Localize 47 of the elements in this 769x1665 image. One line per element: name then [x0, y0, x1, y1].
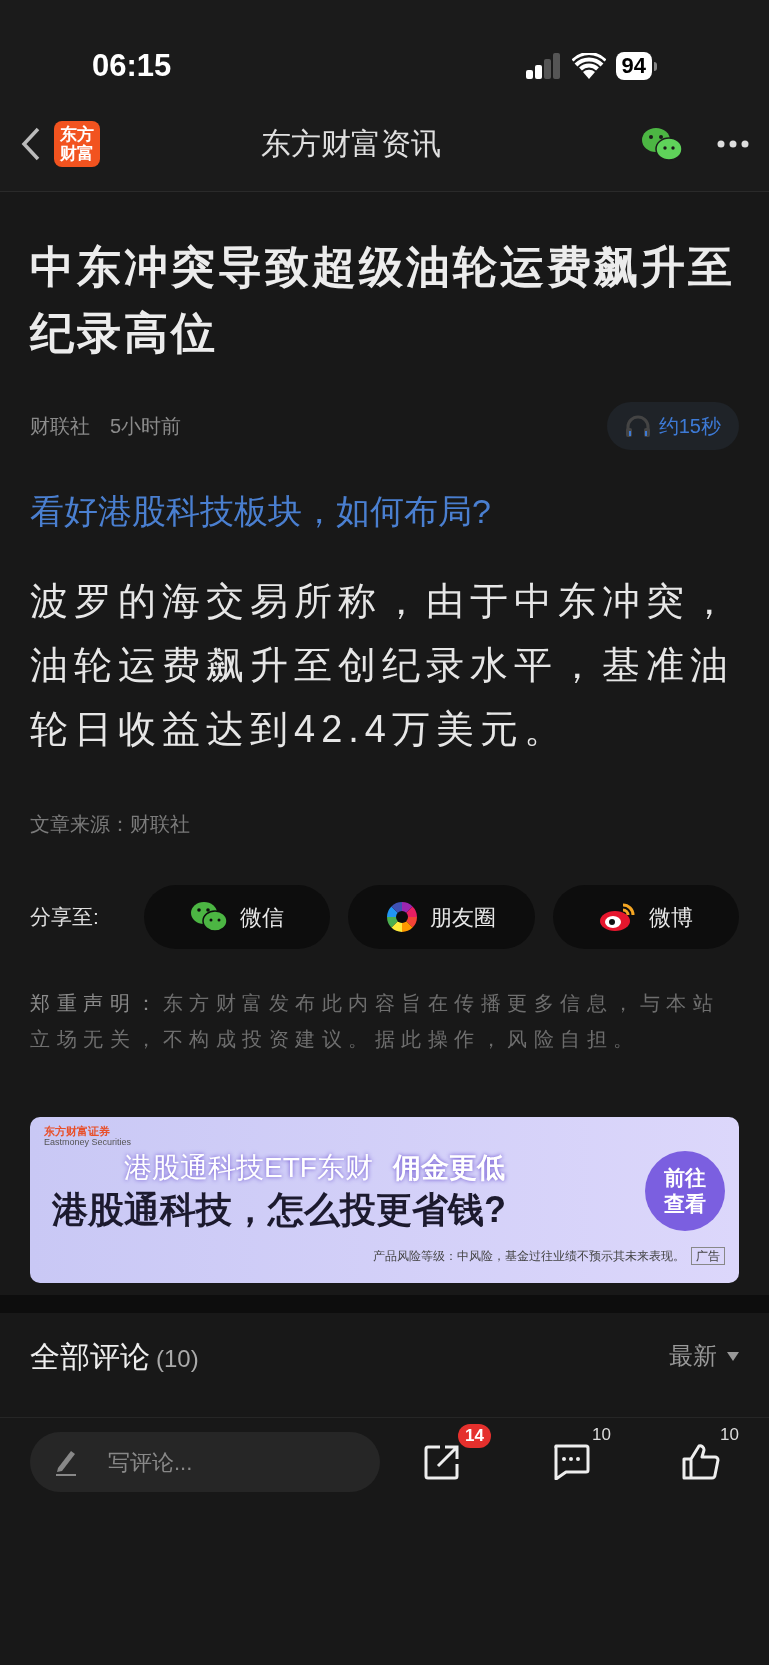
like-count: 10	[720, 1424, 739, 1446]
share-button[interactable]: 朋友圈	[348, 885, 535, 949]
eye-logo-icon	[598, 901, 637, 933]
chat-bubbles-icon	[190, 901, 229, 933]
ad-tag: 广告	[691, 1247, 725, 1265]
comment-field[interactable]: 写评论...	[30, 1432, 380, 1492]
share-label: 分享至:	[30, 904, 100, 931]
ad-slogan: 港股通科技，怎么投更省钱?	[52, 1188, 506, 1232]
aperture-icon	[386, 901, 419, 933]
article-title: 中东冲突导致超级油轮运费飙升至纪录高位	[30, 241, 736, 359]
thumbs-up-icon[interactable]	[682, 1444, 720, 1480]
app-logo: 东方 财富	[54, 120, 100, 167]
caret-icon	[727, 1351, 739, 1361]
ad-highlight: 佣金更低	[392, 1151, 505, 1185]
article-time: 5小时前	[110, 414, 182, 439]
disclaimer: 郑重声明：东方财富发布此内容旨在传播更多信息，与本站立场无关，不构成投资建议。据此操作，风险自担。	[30, 991, 720, 1052]
promo-link[interactable]: 看好港股科技板块，如何布局?	[30, 486, 739, 537]
share-button[interactable]: 微博	[552, 885, 739, 949]
chat-bubbles-icon[interactable]	[641, 125, 683, 162]
back-icon[interactable]	[20, 125, 42, 162]
comment-icon[interactable]	[552, 1444, 590, 1480]
source-line: 文章来源：财联社	[30, 812, 191, 837]
ad-risk-note: 产品风险等级：中风险，基金过往业绩不预示其未来表现。	[373, 1248, 685, 1265]
battery-level: 94	[615, 52, 652, 80]
comment-count: 10	[592, 1424, 611, 1446]
status-time: 06:15	[92, 46, 172, 85]
ad-banner[interactable]: 东方财富证券 Eastmoney Securities 港股通科技ETF东财 佣金更低 港股通科技，怎么投更省钱? 前往 查看 产品风险等级：中风险，基金过往业绩不预示其未来表现。 广告	[30, 1117, 739, 1283]
comments-count: (10)	[156, 1343, 199, 1374]
ad-brand: 东方财富证券	[44, 1125, 110, 1137]
share-count-badge: 14	[458, 1424, 491, 1448]
wifi-icon	[571, 53, 606, 79]
more-icon[interactable]	[717, 139, 749, 148]
sort-dropdown[interactable]: 最新	[669, 1338, 739, 1374]
share-icon[interactable]	[424, 1444, 460, 1480]
article-body: 波罗的海交易所称，由于中东冲突，油轮运费飙升至创纪录水平，基准油轮日收益达到42.4万美元。	[30, 579, 735, 752]
comments-title: 全部评论	[30, 1338, 150, 1375]
article-source: 财联社	[30, 414, 90, 439]
comment-input[interactable]: 写评论...	[108, 1445, 308, 1479]
ad-brand-subtitle: Eastmoney Securities	[44, 1137, 132, 1147]
page-title: 东方财富资讯	[259, 126, 442, 162]
signal-icon	[525, 53, 562, 79]
pencil-icon	[54, 1448, 78, 1476]
headphones-icon	[624, 415, 651, 437]
ad-cta-button[interactable]: 前往 查看	[645, 1151, 725, 1231]
listen-button[interactable]: 约15秒	[606, 402, 739, 450]
share-button[interactable]: 微信	[144, 885, 331, 949]
ad-headline: 港股通科技ETF东财	[124, 1151, 373, 1185]
